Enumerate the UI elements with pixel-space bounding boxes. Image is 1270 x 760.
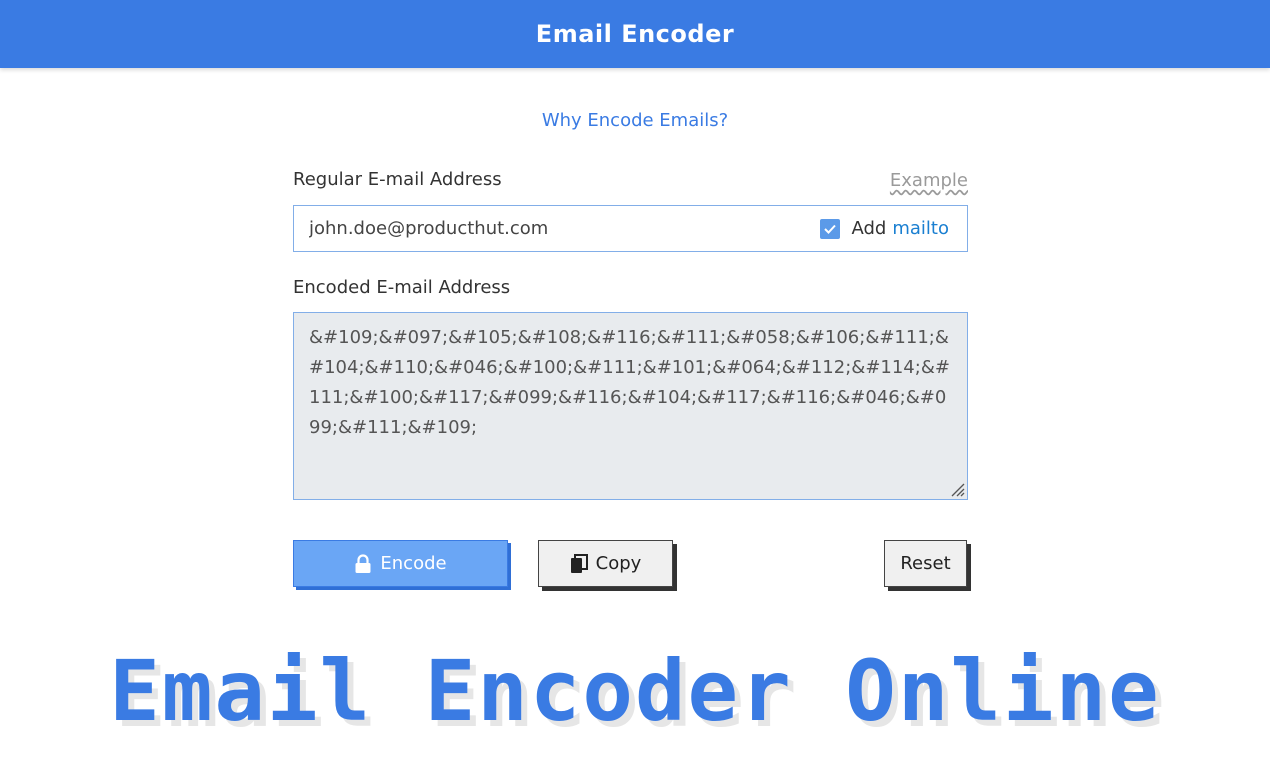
copy-button[interactable]: Copy [538,540,673,587]
email-input[interactable] [294,206,820,251]
app-title: Email Encoder [535,20,735,48]
header-bar: Email Encoder [0,0,1270,68]
encoded-email-label: Encoded E-mail Address [293,277,511,298]
lock-icon [355,553,371,573]
add-mailto-toggle[interactable]: Add mailto [819,218,949,239]
reset-button[interactable]: Reset [884,540,967,587]
mailto-checkbox[interactable] [819,218,840,239]
resize-grip-icon[interactable] [949,481,965,497]
encoded-text: &#109;&#097;&#105;&#108;&#116;&#111;&#05… [309,327,950,438]
encode-button[interactable]: Encode [293,540,508,587]
mailto-label: mailto [892,218,949,239]
check-icon [823,224,836,234]
regular-email-label: Regular E-mail Address [293,169,502,190]
banner-heading: Email Encoder Online [109,642,1161,740]
encoded-output[interactable]: &#109;&#097;&#105;&#108;&#116;&#111;&#05… [293,312,968,500]
copy-icon [570,553,588,573]
email-field-container: Add mailto [293,205,968,252]
why-encode-link[interactable]: Why Encode Emails? [0,110,1270,131]
encode-label: Encode [380,553,447,574]
reset-label: Reset [900,553,951,574]
copy-label: Copy [595,553,642,574]
add-label: Add [851,218,887,239]
example-link[interactable]: Example [890,170,968,191]
